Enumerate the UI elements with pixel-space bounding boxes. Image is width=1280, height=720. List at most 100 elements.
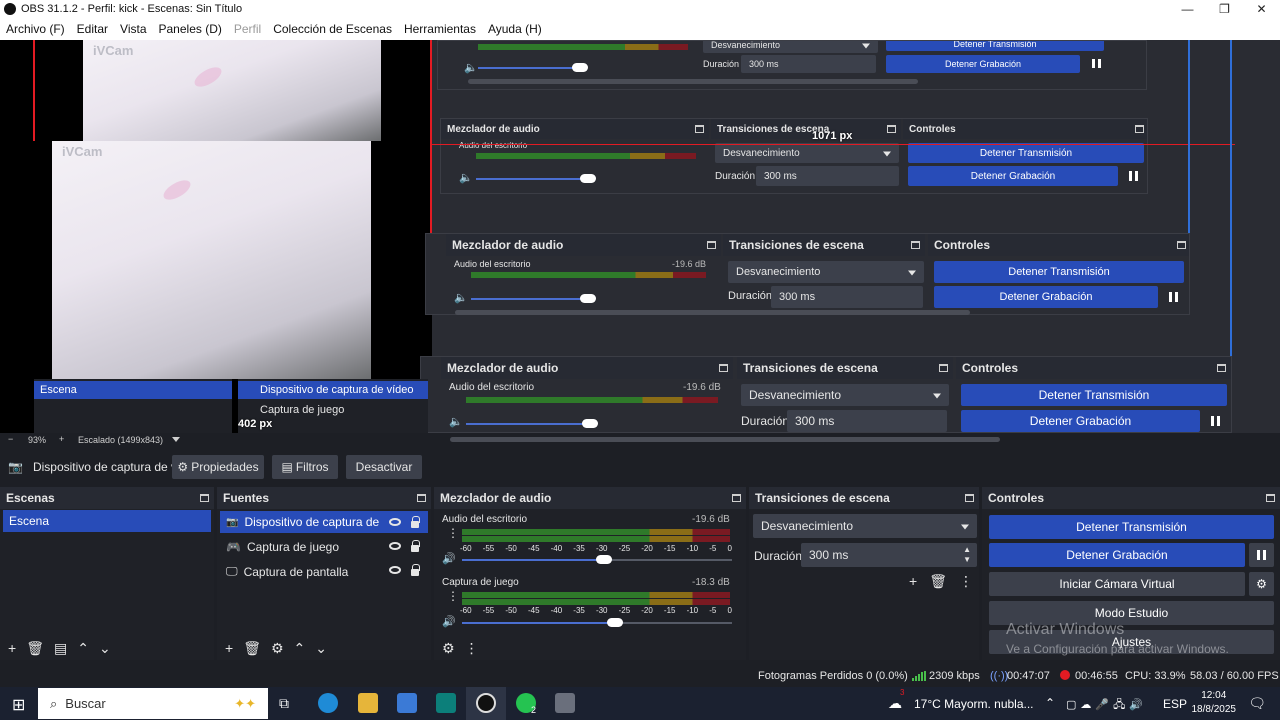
nested3-speaker-icon: 🔈 <box>454 292 468 304</box>
source-item-screen-capture[interactable]: 🖵 Captura de pantalla <box>226 564 348 579</box>
eye-icon[interactable] <box>389 566 401 574</box>
taskbar-search[interactable]: ⌕ Buscar ✦✦ <box>38 688 268 719</box>
minimize-button[interactable]: — <box>1169 0 1206 18</box>
chevron-up-icon[interactable]: ⌃ <box>1045 696 1055 710</box>
properties-button[interactable]: ⚙ Propiedades <box>172 455 264 479</box>
nested4-duration-label: Duración <box>741 414 790 428</box>
slider-knob[interactable] <box>596 555 612 564</box>
transitions-title: Transiciones de escena <box>755 491 890 505</box>
capcut-icon[interactable] <box>436 693 456 713</box>
stop-stream-button[interactable]: Detener Transmisión <box>989 515 1274 539</box>
file-explorer-icon[interactable] <box>358 693 378 713</box>
undock-icon[interactable] <box>417 494 426 502</box>
sources-title: Fuentes <box>223 491 270 505</box>
menu-help[interactable]: Ayuda (H) <box>482 22 548 36</box>
undock-icon[interactable] <box>732 494 741 502</box>
gear-icon[interactable]: ⚙ <box>442 640 455 657</box>
chevron-up-icon[interactable]: ⌃ <box>77 640 89 657</box>
add-scene-icon[interactable]: + <box>8 640 16 656</box>
eye-icon[interactable] <box>389 542 401 550</box>
lock-icon[interactable] <box>411 516 420 528</box>
undock-icon[interactable] <box>200 494 209 502</box>
nested3-stop-stream: Detener Transmisión <box>934 261 1184 283</box>
obs-icon[interactable] <box>476 693 496 713</box>
speaker-icon[interactable]: 🔊 <box>442 552 456 565</box>
preview-canvas[interactable]: iVCam iVCam 🔈 Duración 300 ms Desvanecim… <box>0 40 1280 433</box>
zoom-percent: 93% <box>28 435 47 445</box>
camera-feed-small: iVCam <box>83 40 381 141</box>
slider-knob[interactable] <box>607 618 623 627</box>
lock-icon[interactable] <box>411 564 420 576</box>
preview-scrollbar[interactable] <box>450 437 1000 442</box>
kebab-icon[interactable]: ⋮ <box>959 573 973 590</box>
edge-icon[interactable] <box>318 693 338 713</box>
deactivate-button[interactable]: Desactivar <box>346 455 422 479</box>
scale-dropdown-icon[interactable] <box>172 437 180 442</box>
windows-start-icon[interactable]: ⊞ <box>12 695 25 715</box>
spin-arrows-icon[interactable]: ▲ ▼ <box>963 545 971 565</box>
taskbar-clock[interactable]: 12:04 18/8/2025 <box>1192 689 1237 717</box>
menu-docks[interactable]: Paneles (D) <box>153 22 228 36</box>
chevron-down-icon[interactable]: ⌄ <box>99 640 111 657</box>
menu-tools[interactable]: Herramientas <box>398 22 482 36</box>
record-time: 00:46:55 <box>1075 670 1118 682</box>
menu-view[interactable]: Vista <box>114 22 152 36</box>
add-source-icon[interactable]: + <box>225 640 233 656</box>
transition-select[interactable]: Desvanecimiento <box>753 514 977 538</box>
keyboard-language[interactable]: ESP <box>1163 697 1187 711</box>
undock-icon[interactable] <box>965 494 974 502</box>
gear-icon[interactable]: ⚙ <box>271 640 284 657</box>
trash-icon[interactable]: 🗑 <box>26 640 44 657</box>
speaker-icon[interactable]: 🔊 <box>442 615 456 628</box>
kebab-icon[interactable]: ⋮ <box>447 590 459 602</box>
menu-scene-collection[interactable]: Colección de Escenas <box>267 22 398 36</box>
notification-icon[interactable]: 🗨 <box>1248 695 1266 712</box>
pause-record-button[interactable] <box>1249 543 1274 567</box>
scene-item[interactable]: Escena <box>3 510 211 532</box>
zoom-out-button[interactable]: − <box>8 434 13 444</box>
bbox-top-guide <box>430 144 1235 145</box>
weather-text[interactable]: 17°C Mayorm. nubla... <box>914 697 1034 711</box>
eye-icon[interactable] <box>389 518 401 526</box>
menu-file[interactable]: Archivo (F) <box>0 22 71 36</box>
maximize-button[interactable]: ❐ <box>1206 0 1243 18</box>
window-controls: — ❐ ✕ <box>1169 0 1280 18</box>
filters-button[interactable]: ▤ Filtros <box>272 455 338 479</box>
undock-icon[interactable] <box>1266 494 1275 502</box>
kebab-icon[interactable]: ⋮ <box>465 640 479 657</box>
zoom-in-button[interactable]: + <box>59 434 64 444</box>
menu-profile[interactable]: Perfil <box>228 22 267 36</box>
store-icon[interactable] <box>397 693 417 713</box>
lock-icon[interactable] <box>411 540 420 552</box>
volume-slider-desktop[interactable] <box>462 555 612 564</box>
nested3-volume-slider <box>471 294 596 303</box>
mixer-header: Mezclador de audio <box>434 487 746 509</box>
stop-record-button[interactable]: Detener Grabación <box>989 543 1245 567</box>
task-view-icon[interactable]: ⧉ <box>279 695 289 712</box>
start-virtual-cam-button[interactable]: Iniciar Cámara Virtual <box>989 572 1245 596</box>
close-button[interactable]: ✕ <box>1243 0 1280 18</box>
nested-duration-label: Duración <box>703 59 740 69</box>
meter-tick-label: -20 <box>641 544 653 553</box>
trash-icon[interactable]: 🗑 <box>243 640 261 657</box>
tray-icons[interactable]: ▢☁🎤🖧🔊 <box>1066 696 1147 715</box>
mirror-source-game: Captura de juego <box>260 404 345 416</box>
menu-edit[interactable]: Editar <box>71 22 114 36</box>
chevron-down-icon[interactable]: ⌄ <box>315 640 327 657</box>
add-icon[interactable]: + <box>909 573 917 590</box>
kebab-icon[interactable]: ⋮ <box>447 527 459 539</box>
duration-input[interactable]: 300 ms ▲ ▼ <box>801 543 977 567</box>
watermark-subtitle: Ve a Configuración para activar Windows. <box>1006 642 1229 656</box>
virtual-cam-settings-button[interactable]: ⚙ <box>1249 572 1274 596</box>
trash-icon[interactable]: 🗑 <box>929 573 947 590</box>
app-icon[interactable] <box>555 693 575 713</box>
gear-icon: ⚙ <box>1256 577 1267 591</box>
mixer-title: Mezclador de audio <box>440 491 552 505</box>
volume-slider-game[interactable] <box>462 618 623 627</box>
filter-icon[interactable]: ▤ <box>54 640 67 657</box>
source-item-game-capture[interactable]: 🎮 Captura de juego <box>226 540 339 554</box>
meter-tick-label: -40 <box>550 544 563 553</box>
nested3-meter <box>471 272 706 278</box>
activate-windows-watermark: Activar Windows Ve a Configuración para … <box>1006 621 1229 656</box>
chevron-up-icon[interactable]: ⌃ <box>294 640 306 657</box>
